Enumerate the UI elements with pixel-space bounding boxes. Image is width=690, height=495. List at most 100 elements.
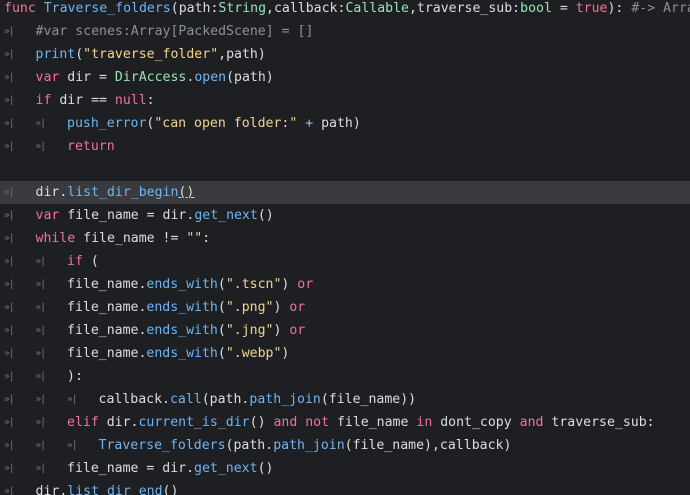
code-line[interactable]: »| »| push_error("can open folder:" + path…	[0, 112, 690, 135]
code-text: return	[67, 135, 115, 158]
code-text: file_name.ends_with(".jng") or	[67, 319, 305, 342]
code-token: )	[273, 300, 290, 315]
code-token: Callable	[345, 1, 409, 16]
code-line[interactable]: »| »| file_name = dir.get_next()	[0, 457, 690, 480]
code-text: callback.call(path.path_join(file_name))	[99, 388, 417, 411]
code-token: elif	[67, 415, 107, 430]
code-token: +	[297, 116, 322, 131]
code-token: (	[217, 323, 226, 338]
code-token: (	[217, 277, 226, 292]
code-line[interactable]: »| »| elif dir.current_is_dir() and not fi…	[0, 411, 690, 434]
code-token: ".tscn"	[225, 277, 282, 292]
code-text: var dir = DirAccess.open(path)	[36, 66, 274, 89]
code-token: while	[35, 231, 84, 246]
indent-tab-icon: »|	[35, 325, 46, 336]
code-line[interactable]: »| »| »| Traverse_folders(path.path_join(fi…	[0, 434, 690, 457]
code-token: and	[519, 415, 552, 430]
indent-tab-icon: »|	[35, 118, 46, 129]
code-token: dir.	[35, 185, 68, 200]
indent-tab-icon: »|	[4, 394, 14, 405]
code-token: )	[281, 277, 298, 292]
indent-tab-icon: »|	[4, 233, 14, 244]
code-line[interactable]: »| »| if (	[0, 250, 690, 273]
code-text: elif dir.current_is_dir() and not file_n…	[67, 411, 655, 434]
indent-tab-icon: »|	[35, 141, 46, 152]
code-token: ()	[257, 461, 274, 476]
code-token: DirAccess	[114, 70, 187, 85]
code-token: :	[146, 93, 155, 108]
code-token: return	[67, 139, 115, 154]
code-text: dir.list_dir_begin()	[36, 181, 195, 204]
code-token: path_join	[249, 392, 321, 407]
code-token: file_name = dir.	[67, 208, 195, 223]
code-token: ,traverse_sub:	[408, 1, 521, 16]
code-token: dir.	[35, 484, 68, 495]
code-text: ):	[67, 365, 83, 388]
code-token: #var scenes:Array[PackedScene] = []	[35, 24, 314, 39]
indent-tab-icon: »|	[35, 371, 46, 382]
code-token: ends_with	[146, 277, 218, 292]
code-token: (path.	[225, 438, 274, 453]
code-token: ends_with	[146, 346, 218, 361]
code-token: push_error	[67, 116, 147, 131]
code-token: if	[67, 254, 91, 269]
code-token: )	[281, 346, 290, 361]
indent-tab-icon: »|	[35, 279, 46, 290]
code-token: var	[35, 70, 68, 85]
code-token: "can open folder:"	[154, 116, 298, 131]
code-token: file_name.	[67, 277, 147, 292]
code-text: dir.list_dir_end()	[36, 480, 179, 495]
code-token: (path:	[170, 1, 219, 16]
code-token: file_name	[336, 415, 417, 430]
code-token: ".jng"	[225, 323, 274, 338]
code-line[interactable]: »| while file_name != "":	[0, 227, 690, 250]
code-token: file_name.	[67, 346, 147, 361]
code-line[interactable]: »| »| »| callback.call(path.path_join(file_…	[0, 388, 690, 411]
code-line[interactable]: »| var dir = DirAccess.open(path)	[0, 66, 690, 89]
code-token: null	[114, 93, 147, 108]
code-line[interactable]: »| »| file_name.ends_with(".webp")	[0, 342, 690, 365]
indent-tab-icon: »|	[4, 302, 14, 313]
code-token: )	[273, 323, 290, 338]
code-line[interactable]: func Traverse_folders(path:String,callba…	[0, 0, 690, 20]
code-line[interactable]: »| »|):	[0, 365, 690, 388]
code-line[interactable]: »| dir.list_dir_end()	[0, 480, 690, 495]
code-token: ()	[249, 415, 274, 430]
code-text: #var scenes:Array[PackedScene] = []	[36, 20, 314, 43]
code-token: (	[217, 346, 226, 361]
code-token: (	[217, 300, 226, 315]
code-token: (	[90, 254, 99, 269]
code-line[interactable]: »| »| return	[0, 135, 690, 158]
indent-tab-icon: »|	[4, 256, 14, 267]
code-line[interactable]: »| »| file_name.ends_with(".jng") or	[0, 319, 690, 342]
code-line[interactable]: »| #var scenes:Array[PackedScene] = []	[0, 20, 690, 43]
indent-tab-icon: »|	[35, 256, 46, 267]
code-token: dont_copy	[440, 415, 520, 430]
code-token: get_next	[194, 208, 258, 223]
code-token: true	[575, 1, 608, 16]
indent-tab-icon: »|	[35, 394, 46, 405]
current-code-line[interactable]: »| dir.list_dir_begin()	[0, 181, 690, 204]
code-line[interactable]: »| var file_name = dir.get_next()	[0, 204, 690, 227]
code-token: ends_with	[146, 323, 218, 338]
code-token: or	[289, 300, 306, 315]
code-token: list_dir_end	[67, 484, 163, 495]
code-line[interactable]: »| »| file_name.ends_with(".tscn") or	[0, 273, 690, 296]
code-text: Traverse_folders(path.path_join(file_nam…	[99, 434, 512, 457]
code-line[interactable]	[0, 158, 690, 181]
code-line[interactable]: »| »| file_name.ends_with(".png") or	[0, 296, 690, 319]
code-token: or	[289, 323, 306, 338]
code-editor[interactable]: func Traverse_folders(path:String,callba…	[0, 0, 690, 495]
indent-tab-icon: »|	[4, 440, 14, 451]
code-token: var	[35, 208, 68, 223]
code-token: traverse_sub:	[551, 415, 655, 430]
indent-tab-icon: »|	[67, 394, 77, 405]
code-line[interactable]: »| if dir == null:	[0, 89, 690, 112]
code-token: (path)	[226, 70, 274, 85]
code-token: and not	[273, 415, 337, 430]
code-token: print	[35, 47, 76, 62]
code-token: "traverse_folder"	[83, 47, 219, 62]
code-line[interactable]: »| print("traverse_folder",path)	[0, 43, 690, 66]
code-token: ,path)	[218, 47, 266, 62]
code-text: while file_name != "":	[36, 227, 211, 250]
